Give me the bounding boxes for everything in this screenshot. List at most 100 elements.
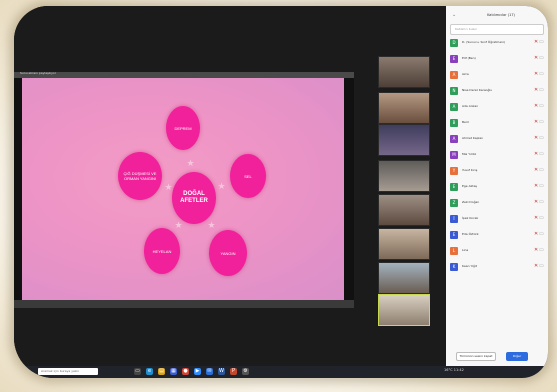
participant-name: Beril: [462, 120, 469, 124]
video-tile[interactable]: [378, 124, 430, 156]
meeting-stage: Sunu ekranı paylaşılıyor DEPREM SEL YANG…: [14, 6, 446, 366]
mic-muted-icon[interactable]: ✕: [534, 183, 538, 189]
edge-icon[interactable]: e: [146, 368, 153, 375]
participant-name: Azra: [462, 72, 469, 76]
participant-row[interactable]: Y Yusuf Kırış ✕ ▭: [450, 166, 546, 178]
avatar: E: [450, 55, 458, 63]
camera-icon[interactable]: ▭: [539, 151, 544, 157]
camera-icon[interactable]: ▭: [539, 55, 544, 61]
mic-muted-icon[interactable]: ✕: [534, 231, 538, 237]
participant-name: Kaan Yiğit: [462, 264, 477, 268]
mail-icon[interactable]: ✉: [206, 368, 213, 375]
camera-icon[interactable]: ▭: [539, 87, 544, 93]
camera-icon[interactable]: ▭: [539, 135, 544, 141]
avatar: A: [450, 103, 458, 111]
video-tile[interactable]: [378, 228, 430, 260]
mute-all-button[interactable]: Tümünün sesini kapat: [456, 352, 496, 361]
camera-icon[interactable]: ▭: [539, 119, 544, 125]
slide-node-heyelan: HEYELAN: [144, 228, 180, 274]
file-explorer-icon[interactable]: ▤: [158, 368, 165, 375]
participants-panel: ⌄ Katılımcılar (17) Katılımcı bulun D D. …: [446, 6, 548, 378]
camera-icon[interactable]: ▭: [539, 71, 544, 77]
video-tile[interactable]: [378, 194, 430, 226]
participant-name: Elif (Ben): [462, 56, 476, 60]
chevron-icon[interactable]: ⌄: [452, 12, 456, 18]
word-icon[interactable]: W: [218, 368, 225, 375]
participant-name: Yusuf Kırış: [462, 168, 478, 172]
mic-muted-icon[interactable]: ✕: [534, 103, 538, 109]
photo-frame: Sunu ekranı paylaşılıyor DEPREM SEL YANG…: [0, 0, 557, 392]
mic-muted-icon[interactable]: ✕: [534, 247, 538, 253]
avatar: A: [450, 135, 458, 143]
video-tile[interactable]: [378, 160, 430, 192]
participant-row[interactable]: K Kaan Yiğit ✕ ▭: [450, 262, 546, 274]
shared-slide: DEPREM SEL YANGIN HEYELAN ÇIĞ DÜŞMESİ VE…: [14, 78, 354, 300]
participant-name: Nisa Deniz Karaoğlu: [462, 88, 493, 92]
avatar: D: [450, 39, 458, 47]
camera-icon[interactable]: ▭: [539, 183, 544, 189]
mic-muted-icon[interactable]: ✕: [534, 87, 538, 93]
video-tile[interactable]: [378, 56, 430, 88]
participant-row[interactable]: E Elif (Ben) ✕ ▭: [450, 54, 546, 66]
mic-muted-icon[interactable]: ✕: [534, 135, 538, 141]
participant-name: D. (Sunucu, Sınıf Öğretmeni): [462, 40, 506, 44]
zoom-app-icon[interactable]: ▶: [194, 368, 201, 375]
video-tile-active-speaker[interactable]: [378, 294, 430, 326]
mic-muted-icon[interactable]: ✕: [534, 215, 538, 221]
share-status-bar: [14, 300, 354, 308]
mic-muted-icon[interactable]: ✕: [534, 71, 538, 77]
powerpoint-icon[interactable]: P: [230, 368, 237, 375]
windows-start-icon[interactable]: ⊞: [20, 368, 27, 375]
participant-row[interactable]: A Ahmet Kaplan ✕ ▭: [450, 134, 546, 146]
camera-icon[interactable]: ▭: [539, 103, 544, 109]
mic-muted-icon[interactable]: ✕: [534, 263, 538, 269]
mic-muted-icon[interactable]: ✕: [534, 39, 538, 45]
mic-muted-icon[interactable]: ✕: [534, 119, 538, 125]
participant-search-input[interactable]: Katılımcı bulun: [450, 24, 544, 35]
slide-left-border: [14, 78, 22, 300]
slide-node-sel: SEL: [230, 154, 266, 198]
avatar: A: [450, 71, 458, 79]
camera-icon[interactable]: ▭: [539, 263, 544, 269]
slide-node-cig: ÇIĞ DÜŞMESİ VE ORMAN YANGINI: [118, 152, 162, 200]
camera-icon[interactable]: ▭: [539, 39, 544, 45]
task-view-icon[interactable]: ▭: [134, 368, 141, 375]
taskbar-search-input[interactable]: Aramak için buraya yazın: [38, 368, 98, 375]
camera-icon[interactable]: ▭: [539, 199, 544, 205]
participant-row[interactable]: A Ada Arslan ✕ ▭: [450, 102, 546, 114]
video-tile[interactable]: [378, 92, 430, 124]
participant-row[interactable]: E Ege Aktaş ✕ ▭: [450, 182, 546, 194]
windows-taskbar: ⊞ Aramak için buraya yazın ▭ e ▤ ▦ ● ▶ ✉…: [14, 366, 548, 378]
search-placeholder: Katılımcı bulun: [455, 27, 478, 31]
participant-row[interactable]: Z Zeki Doğan ✕ ▭: [450, 198, 546, 210]
chrome-icon[interactable]: ●: [182, 368, 189, 375]
mic-muted-icon[interactable]: ✕: [534, 167, 538, 173]
participant-name: Ahmet Kaplan: [462, 136, 484, 140]
settings-icon[interactable]: ⚙: [242, 368, 249, 375]
participant-row[interactable]: B Beril ✕ ▭: [450, 118, 546, 130]
store-icon[interactable]: ▦: [170, 368, 177, 375]
participant-name: Eda Öztürk: [462, 232, 479, 236]
more-button[interactable]: Diğer: [506, 352, 528, 361]
participant-row[interactable]: M Mia Yıldız ✕ ▭: [450, 150, 546, 162]
participant-row[interactable]: E Eda Öztürk ✕ ▭: [450, 230, 546, 242]
camera-icon[interactable]: ▭: [539, 215, 544, 221]
avatar: B: [450, 119, 458, 127]
mic-muted-icon[interactable]: ✕: [534, 199, 538, 205]
mic-muted-icon[interactable]: ✕: [534, 55, 538, 61]
camera-icon[interactable]: ▭: [539, 231, 544, 237]
participant-row[interactable]: D D. (Sunucu, Sınıf Öğretmeni) ✕ ▭: [450, 38, 546, 50]
panel-footer: Tümünün sesini kapat Diğer: [446, 350, 548, 364]
camera-icon[interactable]: ▭: [539, 167, 544, 173]
participant-row[interactable]: A Azra ✕ ▭: [450, 70, 546, 82]
participant-row[interactable]: İ İpek Kocak ✕ ▭: [450, 214, 546, 226]
slide-center-node: DOĞAL AFETLER: [172, 172, 216, 224]
avatar: Z: [450, 199, 458, 207]
video-tile[interactable]: [378, 262, 430, 294]
camera-icon[interactable]: ▭: [539, 247, 544, 253]
participant-row[interactable]: N Nisa Deniz Karaoğlu ✕ ▭: [450, 86, 546, 98]
mic-muted-icon[interactable]: ✕: [534, 151, 538, 157]
slide-node-yangin: YANGIN: [209, 230, 247, 276]
participant-row[interactable]: L Lina ✕ ▭: [450, 246, 546, 258]
star-icon: ★: [217, 182, 226, 192]
